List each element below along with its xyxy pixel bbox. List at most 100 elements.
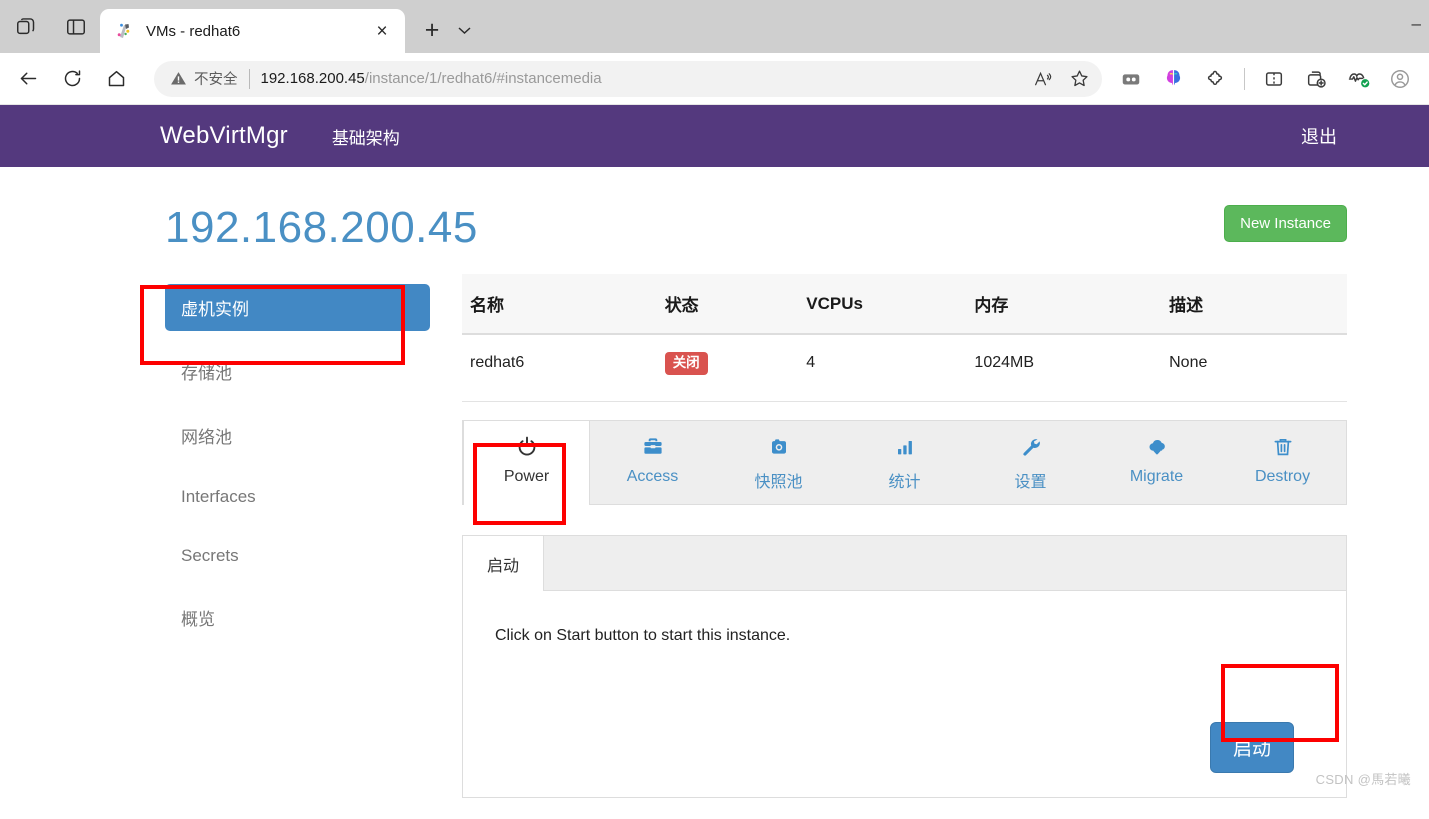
cell-name[interactable]: redhat6	[462, 334, 657, 397]
logout-link[interactable]: 退出	[1301, 127, 1337, 147]
cloud-download-icon	[1094, 435, 1219, 461]
collections-icon[interactable]	[1297, 61, 1335, 97]
tab-label: 设置	[1014, 473, 1047, 491]
sidebar-item-overview[interactable]: 概览	[165, 594, 430, 641]
sidebar-item-label: 虚机实例	[181, 300, 249, 319]
cell-memory: 1024MB	[974, 354, 1035, 372]
copilot-icon[interactable]	[1154, 61, 1192, 97]
split-pane-icon[interactable]	[62, 13, 90, 41]
sidebar-item-label: 网络池	[181, 428, 232, 447]
instances-table: 名称 状态 VCPUs 内存 描述 redhat6 关闭 4 1024MB No…	[462, 274, 1347, 397]
th-memory: 内存	[966, 274, 1162, 335]
url-domain: 192.168.200.45	[260, 70, 365, 87]
tab-label: Access	[626, 467, 679, 485]
th-state: 状态	[656, 274, 799, 335]
navbar-right: 退出	[1301, 123, 1429, 149]
warning-triangle-icon	[171, 72, 186, 85]
browser-toolbar: 不安全 192.168.200.45/instance/1/redhat6/#i…	[0, 53, 1429, 105]
browser-tab[interactable]: VMs - redhat6 ×	[100, 9, 405, 53]
tab-migrate[interactable]: Migrate	[1094, 421, 1220, 504]
tab-statistics[interactable]: 统计	[842, 421, 968, 504]
tab-label: Migrate	[1129, 467, 1184, 485]
toolbar-divider	[1244, 67, 1245, 90]
th-description: 描述	[1161, 274, 1347, 335]
browser-essentials-icon[interactable]	[1255, 61, 1293, 97]
page-header: 192.168.200.45 New Instance	[0, 167, 1429, 250]
insecure-label: 不安全	[194, 72, 238, 88]
cell-vcpus: 4	[806, 354, 816, 372]
briefcase-icon	[590, 435, 715, 461]
page-title: 192.168.200.45	[165, 203, 478, 252]
instance-tab-bar: Power Access 快照池 统计 设置 Migrate Destroy	[462, 419, 1347, 505]
tab-label: Destroy	[1254, 467, 1311, 485]
table-body: redhat6 关闭 4 1024MB None	[462, 334, 1347, 397]
watermark: CSDN @馬若曦	[1315, 771, 1411, 787]
cell-state: 关闭	[657, 334, 799, 397]
tab-settings[interactable]: 设置	[968, 421, 1094, 504]
url-path: /instance/1/redhat6/#instancemedia	[364, 70, 602, 87]
power-panel-message: Click on Start button to start this inst…	[495, 626, 791, 644]
sidebar-item-interfaces[interactable]: Interfaces	[165, 476, 430, 518]
url-text[interactable]: 192.168.200.45/instance/1/redhat6/#insta…	[261, 70, 1029, 87]
new-instance-button[interactable]: New Instance	[1224, 205, 1347, 242]
tab-label: Power	[503, 467, 550, 485]
trash-icon	[1220, 435, 1345, 461]
back-button[interactable]	[10, 61, 46, 97]
content-row: 虚机实例 存储池 网络池 Interfaces Secrets 概览 名称 状态…	[0, 250, 1429, 798]
close-tab-icon[interactable]: ×	[369, 18, 395, 44]
address-bar-actions	[1028, 64, 1094, 94]
power-icon	[464, 435, 589, 461]
power-panel: 启动 Click on Start button to start this i…	[462, 534, 1347, 798]
tab-access[interactable]: Access	[590, 421, 716, 504]
window-minimize-button[interactable]: –	[1412, 14, 1421, 34]
sidebar-item-network-pool[interactable]: 网络池	[165, 412, 430, 459]
performance-health-icon[interactable]	[1339, 61, 1377, 97]
chevron-down-icon[interactable]	[451, 15, 477, 45]
browser-tab-title: VMs - redhat6	[146, 22, 241, 40]
extensions-puzzle-icon[interactable]	[1196, 61, 1234, 97]
nav-link-infrastructure[interactable]: 基础架构	[332, 124, 400, 149]
wrench-icon	[968, 435, 1093, 461]
split-screen-icon[interactable]	[1112, 61, 1150, 97]
url-separator	[248, 68, 250, 89]
power-panel-tabs: 启动	[463, 534, 1346, 591]
new-tab-button[interactable]: +	[417, 15, 447, 45]
table-row[interactable]: redhat6 关闭 4 1024MB None	[462, 334, 1347, 397]
camera-icon	[716, 435, 841, 461]
cell-description: None	[1169, 354, 1208, 372]
tab-destroy[interactable]: Destroy	[1220, 421, 1346, 504]
table-bottom-divider	[462, 400, 1347, 402]
tab-power[interactable]: Power	[463, 420, 590, 505]
page-body: 192.168.200.45 New Instance 虚机实例 存储池 网络池…	[0, 167, 1429, 798]
sidebar-item-label: Secrets	[181, 546, 239, 565]
profile-icon[interactable]	[1381, 61, 1419, 97]
sidebar-item-label: 存储池	[181, 364, 232, 383]
bar-chart-icon	[842, 435, 967, 461]
reload-button[interactable]	[54, 61, 90, 97]
app-brand[interactable]: WebVirtMgr	[160, 122, 288, 150]
tab-snapshot-pool[interactable]: 快照池	[716, 421, 842, 504]
browser-tab-strip: VMs - redhat6 × + –	[0, 0, 1429, 53]
favorite-star-icon[interactable]	[1064, 64, 1094, 94]
sidebar-item-label: 概览	[181, 610, 215, 629]
tab-label: 统计	[888, 473, 921, 491]
address-bar[interactable]: 不安全 192.168.200.45/instance/1/redhat6/#i…	[154, 60, 1102, 97]
start-button[interactable]: 启动	[1209, 721, 1294, 773]
home-button[interactable]	[98, 61, 134, 97]
table-header-row: 名称 状态 VCPUs 内存 描述	[462, 274, 1347, 335]
sidebar-item-secrets[interactable]: Secrets	[165, 535, 430, 577]
table-head: 名称 状态 VCPUs 内存 描述	[462, 274, 1347, 335]
tab-search-icon[interactable]	[12, 13, 40, 41]
tab-label: 快照池	[754, 473, 803, 491]
sidebar: 虚机实例 存储池 网络池 Interfaces Secrets 概览	[165, 274, 430, 658]
tab-start[interactable]: 启动	[463, 535, 545, 591]
sidebar-item-label: Interfaces	[181, 487, 256, 506]
app-navbar: WebVirtMgr 基础架构 退出	[0, 105, 1429, 167]
vm-site-favicon	[114, 21, 134, 41]
sidebar-item-storage-pool[interactable]: 存储池	[165, 348, 430, 395]
sidebar-item-vm-instances[interactable]: 虚机实例	[165, 284, 430, 331]
insecure-indicator[interactable]: 不安全	[170, 68, 238, 89]
power-panel-body: Click on Start button to start this inst…	[463, 591, 1346, 797]
th-name: 名称	[462, 274, 657, 335]
read-aloud-icon[interactable]	[1028, 64, 1058, 94]
